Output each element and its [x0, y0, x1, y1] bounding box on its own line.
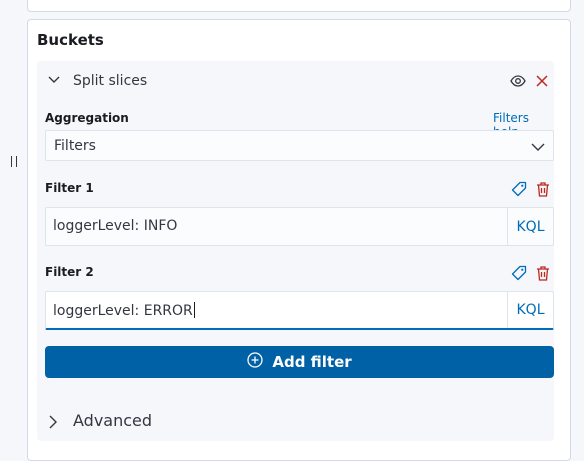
add-filter-button[interactable]: Add filter [45, 346, 554, 378]
aggregation-item: Split slices Aggregation Filters help Fi… [37, 61, 554, 441]
filter-1-actions [511, 181, 555, 199]
resize-handle[interactable] [11, 156, 17, 167]
filter-1-input[interactable]: loggerLevel: INFO KQL [45, 207, 554, 246]
kql-button[interactable]: KQL [507, 208, 553, 245]
tag-icon[interactable] [511, 181, 527, 197]
eye-icon[interactable] [510, 73, 526, 89]
filter-2-actions [511, 265, 555, 283]
aggregation-select-value: Filters [54, 138, 96, 154]
aggregation-header[interactable]: Split slices [37, 61, 554, 101]
aggregation-label: Aggregation [45, 111, 129, 125]
trash-icon[interactable] [535, 265, 551, 281]
filter-2-label: Filter 2 [45, 265, 94, 279]
aggregation-select[interactable]: Filters [45, 130, 554, 161]
chevron-down-icon[interactable] [47, 73, 61, 87]
trash-icon[interactable] [535, 181, 551, 197]
previous-panel [27, 0, 571, 12]
tag-icon[interactable] [511, 265, 527, 281]
filter-2-query: loggerLevel: ERROR [53, 302, 195, 319]
advanced-label: Advanced [73, 411, 153, 430]
filter-1-label: Filter 1 [45, 181, 94, 195]
plus-circle-icon [247, 352, 263, 372]
text-cursor [193, 302, 195, 318]
filter-2-query-text: loggerLevel: ERROR [53, 303, 193, 319]
filter-2-input[interactable]: loggerLevel: ERROR KQL [45, 291, 554, 330]
add-filter-label: Add filter [272, 353, 352, 371]
chevron-down-icon [531, 139, 545, 153]
buckets-panel: Buckets Split slices Aggregation Filters… [27, 19, 571, 461]
kql-button[interactable]: KQL [507, 292, 553, 328]
advanced-toggle[interactable]: Advanced [45, 411, 245, 431]
aggregation-title: Split slices [73, 73, 148, 89]
chevron-right-icon [49, 414, 61, 429]
filter-1-query: loggerLevel: INFO [53, 218, 178, 234]
buckets-title: Buckets [37, 31, 104, 49]
close-icon[interactable] [534, 73, 550, 89]
